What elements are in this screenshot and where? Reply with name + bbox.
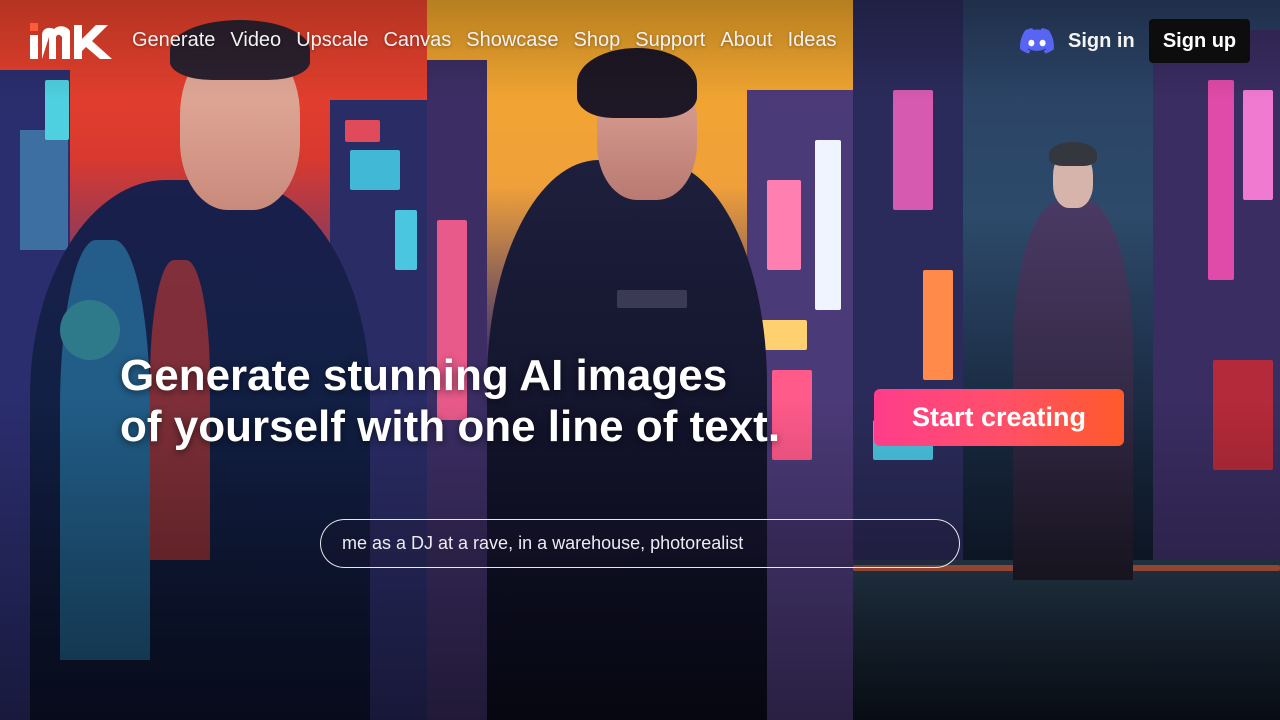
sign-up-button[interactable]: Sign up <box>1149 19 1250 63</box>
nav-link-upscale[interactable]: Upscale <box>296 26 368 54</box>
start-creating-button[interactable]: Start creating <box>874 389 1124 446</box>
nav-link-ideas[interactable]: Ideas <box>788 26 837 54</box>
nav-link-video[interactable]: Video <box>230 26 281 54</box>
prompt-input-container <box>320 519 960 568</box>
nav-links: Generate Video Upscale Canvas Showcase S… <box>132 26 852 54</box>
top-navigation: Generate Video Upscale Canvas Showcase S… <box>0 0 1280 82</box>
hero-headline: Generate stunning AI images of yourself … <box>120 350 840 452</box>
sign-in-link[interactable]: Sign in <box>1068 27 1135 55</box>
prompt-input[interactable] <box>342 533 938 554</box>
discord-icon[interactable] <box>1020 28 1054 54</box>
hero-headline-line-2: of yourself with one line of text. <box>120 402 781 451</box>
nav-link-canvas[interactable]: Canvas <box>383 26 451 54</box>
nav-link-support[interactable]: Support <box>635 26 705 54</box>
hero-headline-line-1: Generate stunning AI images <box>120 351 728 400</box>
nav-link-shop[interactable]: Shop <box>574 26 621 54</box>
imagine-me-logo[interactable] <box>30 23 112 59</box>
nav-link-about[interactable]: About <box>720 26 772 54</box>
nav-link-generate[interactable]: Generate <box>132 26 215 54</box>
nav-link-showcase[interactable]: Showcase <box>466 26 558 54</box>
